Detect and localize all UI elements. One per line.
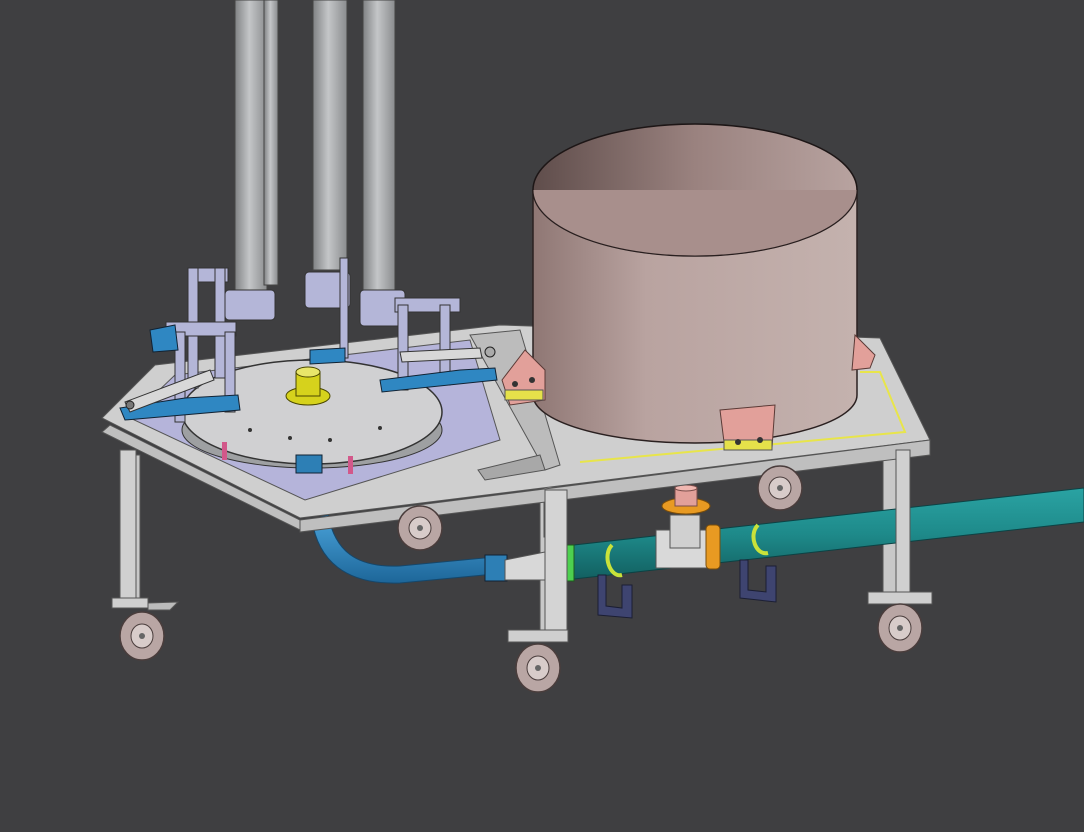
vertical-pipes[interactable] — [234, 0, 396, 301]
cad-viewport[interactable] — [0, 0, 1084, 832]
hose-coupling[interactable] — [484, 554, 508, 582]
caster-front-left — [111, 597, 180, 661]
tank[interactable] — [532, 123, 858, 444]
caster-front-right — [867, 591, 933, 653]
tee-flange[interactable] — [655, 484, 721, 570]
caster-back-left — [397, 505, 443, 551]
caster-front-middle — [507, 629, 569, 693]
model-scene[interactable] — [0, 0, 1084, 832]
caster-back-right — [757, 465, 803, 511]
